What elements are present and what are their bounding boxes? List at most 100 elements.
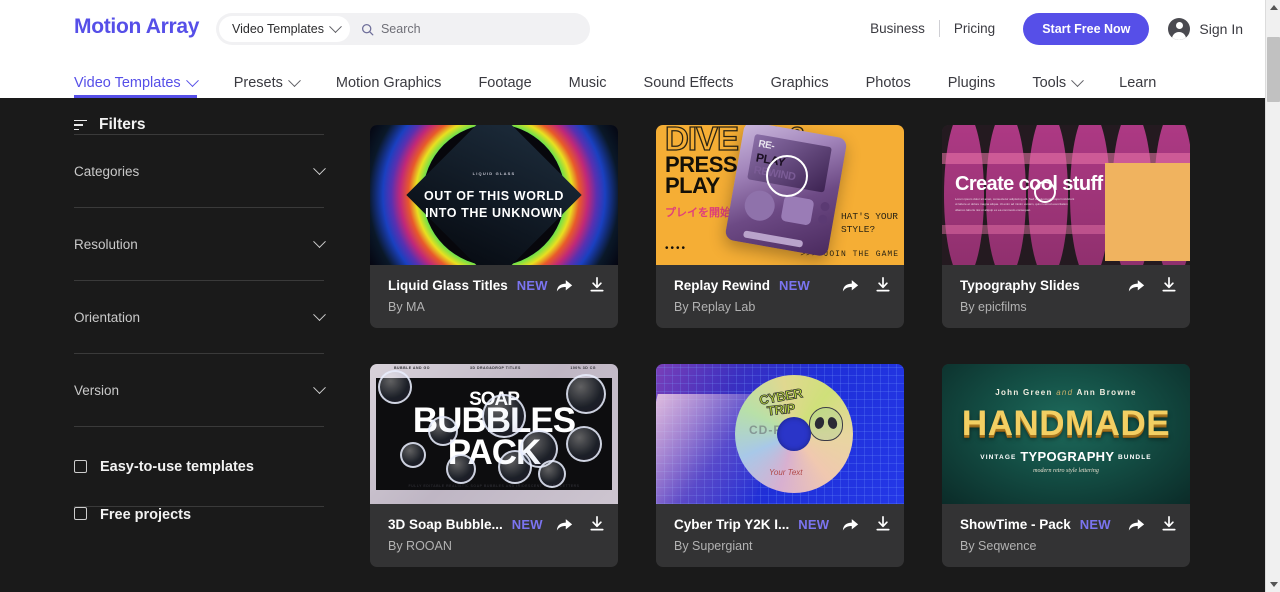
- new-badge: NEW: [779, 277, 810, 293]
- filters-title: Filters: [99, 116, 146, 133]
- filter-checkbox-row[interactable]: Free projects: [74, 507, 324, 537]
- art-bubble: [498, 450, 532, 484]
- filter-checkbox-row[interactable]: Easy-to-use templates: [74, 427, 324, 506]
- filters-header: Filters: [74, 98, 340, 134]
- sign-in-button[interactable]: Sign In: [1168, 17, 1243, 40]
- download-icon[interactable]: [875, 516, 891, 532]
- template-card[interactable]: John Green and Ann Browne HANDMADE VINTA…: [942, 364, 1190, 567]
- search-bar[interactable]: Video Templates Search: [216, 13, 590, 45]
- scroll-up-button[interactable]: [1266, 0, 1280, 15]
- card-thumbnail[interactable]: LIQUID GLASS OUT OF THIS WORLD INTO THE …: [370, 125, 618, 265]
- art-button-a: [819, 201, 831, 212]
- search-scope-dropdown[interactable]: Video Templates: [219, 16, 350, 42]
- card-title[interactable]: Typography Slides: [960, 278, 1080, 293]
- thumb-art-soap-bubbles: BUBBLE AND GO 3D DRAG&DROP TITLES 100% 3…: [370, 364, 618, 504]
- checkbox[interactable]: [74, 507, 87, 520]
- card-title[interactable]: ShowTime - Pack: [960, 517, 1071, 532]
- card-title[interactable]: Replay Rewind: [674, 278, 770, 293]
- share-icon[interactable]: [842, 278, 859, 293]
- card-title[interactable]: Liquid Glass Titles: [388, 278, 508, 293]
- share-icon[interactable]: [556, 278, 573, 293]
- nav-item-label: Graphics: [770, 75, 829, 91]
- nav-item-graphics[interactable]: Graphics: [771, 57, 829, 98]
- user-avatar-icon: [1168, 17, 1191, 40]
- download-icon[interactable]: [1161, 516, 1177, 532]
- new-badge: NEW: [516, 277, 548, 293]
- art-script-line: modern retro style lettering: [1033, 468, 1099, 474]
- template-card[interactable]: BUBBLE AND GO 3D DRAG&DROP TITLES 100% 3…: [370, 364, 618, 567]
- download-icon[interactable]: [875, 277, 891, 293]
- card-title[interactable]: 3D Soap Bubble...: [388, 517, 503, 532]
- header-link-pricing[interactable]: Pricing: [940, 21, 1009, 36]
- card-author: By epicfilms: [960, 300, 1027, 314]
- nav-item-label: Music: [568, 75, 607, 91]
- filters-sidebar: Filters Categories Resolution Orientation V…: [0, 98, 340, 592]
- card-thumbnail[interactable]: CYBER TRIP CD-R Your Text: [656, 364, 904, 504]
- art-button-b: [817, 214, 829, 225]
- card-thumbnail[interactable]: Create cool stuff Lorem ipsum dolor sit …: [942, 125, 1190, 265]
- share-icon[interactable]: [1128, 517, 1145, 532]
- art-line-1: OUT OF THIS WORLD: [423, 188, 565, 203]
- search-icon: [361, 23, 374, 35]
- card-title-group: 3D Soap Bubble... NEW: [388, 517, 543, 532]
- share-icon[interactable]: [556, 517, 573, 532]
- filter-group-resolution[interactable]: Resolution: [74, 208, 326, 280]
- nav-item-sound-effects[interactable]: Sound Effects: [644, 57, 734, 98]
- card-info: Replay Rewind NEW By Replay Lab: [656, 265, 904, 328]
- filter-lines-icon: [74, 119, 87, 131]
- nav-item-motion-graphics[interactable]: Motion Graphics: [336, 57, 442, 98]
- header-actions: Business Pricing Start Free Now Sign In: [856, 0, 1243, 57]
- nav-item-label: Sound Effects: [643, 75, 734, 91]
- card-thumbnail[interactable]: BUBBLE AND GO 3D DRAG&DROP TITLES 100% 3…: [370, 364, 618, 504]
- start-free-now-button[interactable]: Start Free Now: [1023, 12, 1150, 45]
- header-top-row: Motion Array Video Templates Search Busi…: [0, 0, 1265, 57]
- checkbox[interactable]: [74, 460, 87, 473]
- card-title-group: Liquid Glass Titles NEW: [388, 278, 548, 293]
- filter-group-version[interactable]: Version: [74, 354, 326, 426]
- nav-item-music[interactable]: Music: [569, 57, 607, 98]
- art-dots: ••••: [665, 243, 688, 254]
- nav-item-label: Presets: [233, 75, 283, 91]
- filter-group-categories[interactable]: Categories: [74, 135, 326, 207]
- template-card[interactable]: Create cool stuff Lorem ipsum dolor sit …: [942, 125, 1190, 328]
- nav-item-plugins[interactable]: Plugins: [948, 57, 996, 98]
- download-icon[interactable]: [1161, 277, 1177, 293]
- card-title[interactable]: Cyber Trip Y2K I...: [674, 517, 789, 532]
- nav-item-label: Photos: [865, 75, 911, 91]
- art-alien-eye: [826, 415, 839, 431]
- nav-item-label: Footage: [478, 75, 532, 91]
- nav-item-video-templates[interactable]: Video Templates: [74, 57, 199, 98]
- nav-item-tools[interactable]: Tools: [1032, 57, 1085, 98]
- share-icon[interactable]: [1128, 278, 1145, 293]
- browser-scrollbar[interactable]: [1265, 0, 1280, 592]
- nav-item-footage[interactable]: Footage: [478, 57, 531, 98]
- brand-logo[interactable]: Motion Array: [74, 15, 199, 39]
- new-badge: NEW: [798, 516, 830, 532]
- thumb-art-replay-rewind: DIVE IN & PRESS PLAY プレイを開始 •••• HAT'S YO…: [656, 125, 904, 265]
- scroll-thumb[interactable]: [1267, 37, 1280, 102]
- template-card[interactable]: LIQUID GLASS OUT OF THIS WORLD INTO THE …: [370, 125, 618, 328]
- search-input[interactable]: Search: [361, 13, 590, 45]
- art-line-2: TRIP: [766, 400, 796, 419]
- art-bubble: [566, 426, 602, 462]
- download-icon[interactable]: [589, 277, 605, 293]
- template-card[interactable]: DIVE IN & PRESS PLAY プレイを開始 •••• HAT'S YO…: [656, 125, 904, 328]
- art-bubble: [378, 370, 412, 404]
- card-actions: [842, 277, 891, 293]
- page-root: Motion Array Video Templates Search Busi…: [0, 0, 1280, 592]
- share-icon[interactable]: [842, 517, 859, 532]
- scroll-down-button[interactable]: [1266, 577, 1280, 592]
- download-icon[interactable]: [589, 516, 605, 532]
- nav-item-presets[interactable]: Presets: [233, 57, 301, 98]
- template-card[interactable]: CYBER TRIP CD-R Your Text Cyber Trip Y2K…: [656, 364, 904, 567]
- nav-item-label: Plugins: [947, 75, 996, 91]
- card-thumbnail[interactable]: John Green and Ann Browne HANDMADE VINTA…: [942, 364, 1190, 504]
- art-heading: Create cool stuff: [955, 173, 1103, 195]
- nav-item-photos[interactable]: Photos: [866, 57, 911, 98]
- card-thumbnail[interactable]: DIVE IN & PRESS PLAY プレイを開始 •••• HAT'S YO…: [656, 125, 904, 265]
- nav-item-learn[interactable]: Learn: [1119, 57, 1156, 98]
- filter-group-orientation[interactable]: Orientation: [74, 281, 326, 353]
- header-link-business[interactable]: Business: [856, 21, 939, 36]
- art-top-right: 100% 3D CG: [570, 366, 596, 370]
- card-author: By ROOAN: [388, 539, 452, 553]
